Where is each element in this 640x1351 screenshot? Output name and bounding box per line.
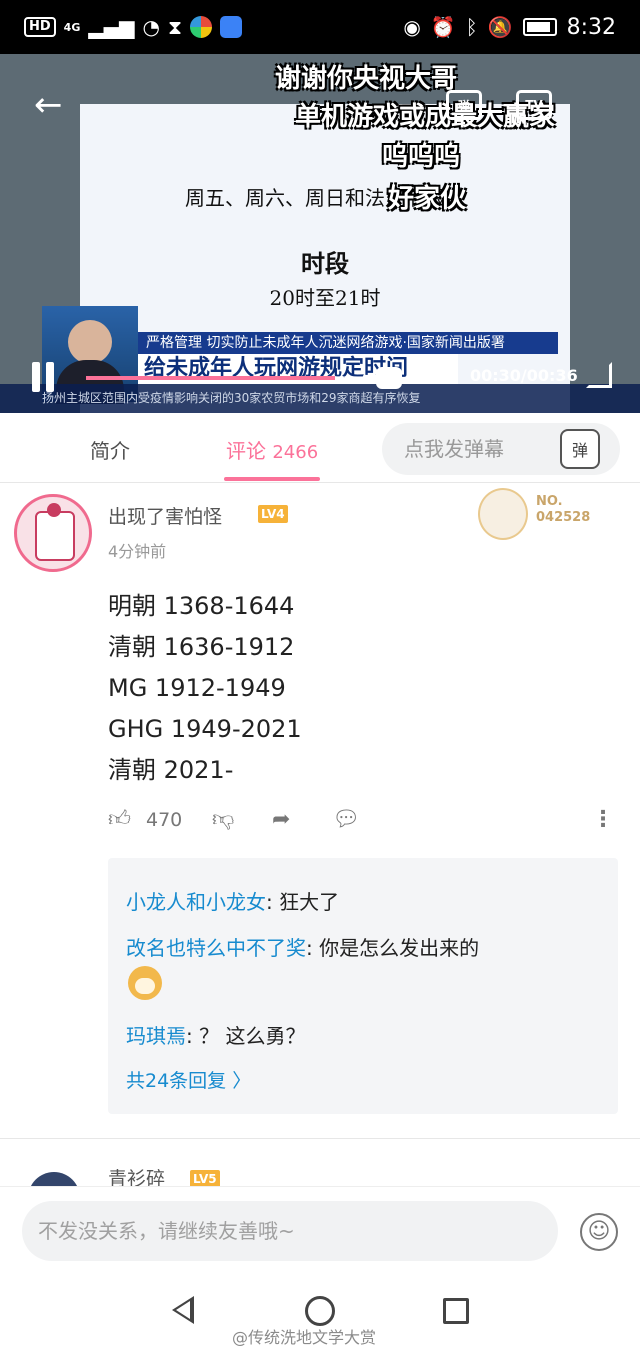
danmaku-comment: 好家伙 xyxy=(388,184,467,214)
comment-line: MG 1912-1949 xyxy=(108,674,286,702)
back-arrow-icon[interactable]: ← xyxy=(34,88,63,122)
reply-text: : 狂大了 xyxy=(266,890,340,914)
fan-badge: NO. 042528 xyxy=(476,486,596,542)
progress-fill xyxy=(86,376,335,380)
reply-item: 玛琪焉: ？ 这么勇？ xyxy=(126,1020,305,1049)
level-badge: LV4 xyxy=(258,505,288,523)
cast-tv-button[interactable]: TV xyxy=(516,90,552,120)
recents-square-icon[interactable] xyxy=(443,1298,469,1324)
video-time: 00:30/00:36 xyxy=(470,366,578,385)
back-triangle-icon[interactable] xyxy=(172,1296,194,1324)
fullscreen-icon[interactable] xyxy=(586,362,612,388)
battery-icon xyxy=(522,18,557,36)
comment-line: 清朝 2021- xyxy=(108,756,234,784)
mute-icon: 🔕 xyxy=(487,15,513,39)
tab-bar: 简介 评论 2466 点我发弹幕 弹 xyxy=(0,413,640,483)
danmaku-send-button[interactable]: 弹 xyxy=(560,429,600,469)
hd-indicator: HD xyxy=(24,17,56,37)
slide-line: 周五、周六、周日和法定节假日 xyxy=(185,186,465,210)
news-ticker: 扬州主城区范围内受疫情影响关闭的30家农贸市场和29家商超有序恢复 xyxy=(0,384,640,413)
signal-icon: ▂▄▆ xyxy=(88,15,135,39)
fan-badge-character xyxy=(478,488,528,540)
thumbs-down-icon[interactable]: 👎︎ xyxy=(212,804,234,836)
pause-icon[interactable] xyxy=(30,362,56,392)
reply-item: 小龙人和小龙女: 狂大了 xyxy=(126,886,339,915)
reply-username[interactable]: 改名也特么中不了奖 xyxy=(126,936,306,960)
fan-number: NO. 042528 xyxy=(536,494,591,525)
reply-preview[interactable]: 小龙人和小龙女: 狂大了 改名也特么中不了奖: 你是怎么发出来的 玛琪焉: ？ … xyxy=(108,858,618,1114)
hourglass-icon: ⧗ xyxy=(167,15,183,39)
danmaku-comment: 谢谢你央视大哥 xyxy=(275,64,458,94)
clock: 8:32 xyxy=(566,14,616,40)
status-bar: HD 4G ▂▄▆ ◔ ⧗ ◉ ⏰ ᛒ 🔕 8:32 xyxy=(0,0,640,54)
like-count: 470 xyxy=(146,809,183,831)
danmaku-toggle-button[interactable]: 弹 xyxy=(446,90,482,120)
tab-intro[interactable]: 简介 xyxy=(90,435,130,464)
reply-username[interactable]: 玛琪焉 xyxy=(126,1024,186,1048)
comment-line: GHG 1949-2021 xyxy=(108,715,302,743)
comment-actions: 👍︎ 470 👎︎ ➦ 💬︎ ⋮ xyxy=(108,804,618,838)
divider xyxy=(0,1138,640,1139)
news-caption-bar: 严格管理 切实防止未成年人沉迷网络游戏·国家新闻出版署 xyxy=(138,332,558,354)
reply-username[interactable]: 小龙人和小龙女 xyxy=(126,890,266,914)
reply-text: : ？ 这么勇？ xyxy=(186,1024,306,1048)
doge-emoji-icon xyxy=(128,966,162,1000)
comment-composer: 不发没关系，请继续友善哦~ ☺ xyxy=(0,1186,640,1274)
comment-line: 明朝 1368-1644 xyxy=(108,592,295,620)
comment-line: 清朝 1636-1912 xyxy=(108,633,295,661)
network-type: 4G xyxy=(63,20,81,34)
avatar[interactable] xyxy=(14,494,92,572)
reply-text: : 你是怎么发出来的 xyxy=(306,936,480,960)
tab-comments[interactable]: 评论 2466 xyxy=(226,435,318,464)
slide-line: 20时至21时 xyxy=(269,286,381,310)
progress-bar[interactable] xyxy=(86,376,386,380)
tab-active-indicator xyxy=(224,477,320,481)
reply-item: 改名也特么中不了奖: 你是怎么发出来的 xyxy=(126,932,479,961)
app-notification-icon xyxy=(190,16,213,38)
reply-bubble-icon[interactable]: 💬︎ xyxy=(332,804,360,836)
comment-count: 2466 xyxy=(272,442,319,463)
share-icon[interactable]: ➦ xyxy=(272,804,290,836)
bluetooth-icon: ᛒ xyxy=(465,15,478,39)
comment-time: 4分钟前 xyxy=(108,542,167,561)
view-all-replies-link[interactable]: 共24条回复 〉 xyxy=(126,1066,251,1093)
progress-knob[interactable] xyxy=(376,367,402,389)
slide-line: 时段 xyxy=(301,249,349,278)
watermark: @传统洗地文学大赏 xyxy=(232,1328,377,1347)
comment-text: 明朝 1368-1644 清朝 1636-1912 MG 1912-1949 G… xyxy=(108,586,302,791)
eye-icon: ◉ xyxy=(403,15,421,39)
comment-username[interactable]: 出现了害怕怪 xyxy=(108,502,222,529)
alarm-icon: ⏰ xyxy=(430,15,456,39)
wifi-icon: ◔ xyxy=(142,15,160,39)
tab-comments-label: 评论 xyxy=(226,439,266,463)
thumbs-up-icon[interactable]: 👍︎ xyxy=(108,804,131,836)
video-player[interactable]: 周五、周六、周日和法定节假日 时段 20时至21时 时长 严格管理 切实防止未成… xyxy=(0,54,640,413)
emoji-icon[interactable]: ☺ xyxy=(580,1213,618,1251)
home-circle-icon[interactable] xyxy=(305,1296,335,1326)
shield-app-icon xyxy=(220,16,243,38)
more-options-icon[interactable]: ⋮ xyxy=(592,804,614,836)
comment-input[interactable]: 不发没关系，请继续友善哦~ xyxy=(22,1201,558,1261)
danmaku-comment: 呜呜呜 xyxy=(382,142,461,172)
